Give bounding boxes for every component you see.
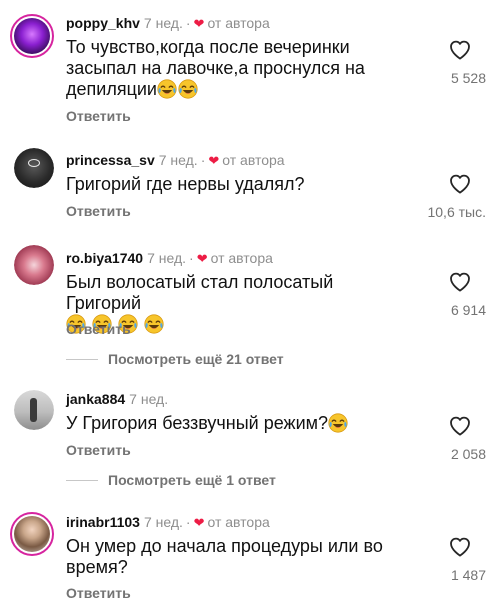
avatar[interactable] bbox=[14, 390, 54, 430]
username[interactable]: princessa_sv bbox=[66, 152, 155, 168]
like-count[interactable]: 5 528 bbox=[406, 70, 486, 86]
like-area: 1 487 bbox=[406, 535, 486, 583]
like-area: 2 058 bbox=[406, 414, 486, 462]
like-count[interactable]: 2 058 bbox=[406, 446, 486, 462]
like-area: 10,6 тыс. bbox=[386, 172, 486, 220]
like-count[interactable]: 6 914 bbox=[406, 302, 486, 318]
like-count[interactable]: 10,6 тыс. bbox=[386, 204, 486, 220]
username[interactable]: poppy_khv bbox=[66, 15, 140, 31]
author-liked-label: от автора bbox=[207, 15, 270, 31]
reply-button[interactable]: Ответить bbox=[66, 442, 131, 458]
username[interactable]: ro.biya1740 bbox=[66, 250, 143, 266]
tears-of-joy-emoji-icon bbox=[157, 79, 177, 99]
heart-outline-icon[interactable] bbox=[448, 535, 472, 559]
author-liked-label: от автора bbox=[210, 250, 273, 266]
grey-photo-avatar-icon bbox=[14, 390, 54, 430]
author-heart-icon: ❤ bbox=[208, 153, 220, 168]
avatar[interactable] bbox=[14, 245, 54, 285]
like-area: 6 914 bbox=[406, 270, 486, 318]
comment-text: Григорий где нервы удалял? bbox=[66, 174, 305, 194]
purple-neon-avatar-icon bbox=[14, 18, 50, 54]
avatar[interactable] bbox=[10, 14, 54, 58]
comment-text: У Григория беззвучный режим? bbox=[66, 413, 396, 434]
like-area: 5 528 bbox=[406, 38, 486, 86]
reply-button[interactable]: Ответить bbox=[66, 321, 131, 337]
timestamp: 7 нед. bbox=[158, 152, 198, 168]
avatar[interactable] bbox=[14, 148, 54, 188]
author-heart-icon: ❤ bbox=[196, 251, 208, 266]
divider-line bbox=[66, 479, 98, 481]
heart-outline-icon[interactable] bbox=[448, 38, 472, 62]
username[interactable]: irinabr1103 bbox=[66, 514, 140, 530]
author-heart-icon: ❤ bbox=[193, 16, 205, 31]
comment-text: То чувство,когда после вечеринки засыпал… bbox=[66, 37, 365, 99]
tears-of-joy-emoji-icon bbox=[328, 413, 348, 433]
heart-outline-icon[interactable] bbox=[448, 172, 472, 196]
timestamp: 7 нед. bbox=[143, 15, 183, 31]
divider-line bbox=[66, 358, 98, 360]
timestamp: 7 нед. bbox=[147, 250, 187, 266]
dark-avatar-icon bbox=[14, 148, 54, 188]
avatar[interactable] bbox=[10, 512, 54, 556]
flower-avatar-icon bbox=[14, 245, 54, 285]
like-count[interactable]: 1 487 bbox=[406, 567, 486, 583]
reply-button[interactable]: Ответить bbox=[66, 108, 131, 124]
author-heart-icon: ❤ bbox=[193, 515, 205, 530]
timestamp: 7 нед. bbox=[129, 391, 169, 407]
tears-of-joy-emoji-icon bbox=[178, 79, 198, 99]
reply-button[interactable]: Ответить bbox=[66, 203, 131, 219]
heart-outline-icon[interactable] bbox=[448, 270, 472, 294]
view-more-replies-button[interactable]: Посмотреть ещё 21 ответ bbox=[66, 351, 284, 367]
woman-photo-avatar-icon bbox=[14, 516, 50, 552]
heart-outline-icon[interactable] bbox=[448, 414, 472, 438]
author-liked-label: от автора bbox=[222, 152, 285, 168]
username[interactable]: janka884 bbox=[66, 391, 125, 407]
tears-of-joy-emoji-icon bbox=[144, 314, 164, 334]
timestamp: 7 нед. bbox=[143, 514, 183, 530]
author-liked-label: от автора bbox=[207, 514, 270, 530]
comment-text: Он умер до начала процедуры или во время… bbox=[66, 536, 383, 577]
view-more-replies-button[interactable]: Посмотреть ещё 1 ответ bbox=[66, 472, 276, 488]
reply-button[interactable]: Ответить bbox=[66, 585, 131, 601]
